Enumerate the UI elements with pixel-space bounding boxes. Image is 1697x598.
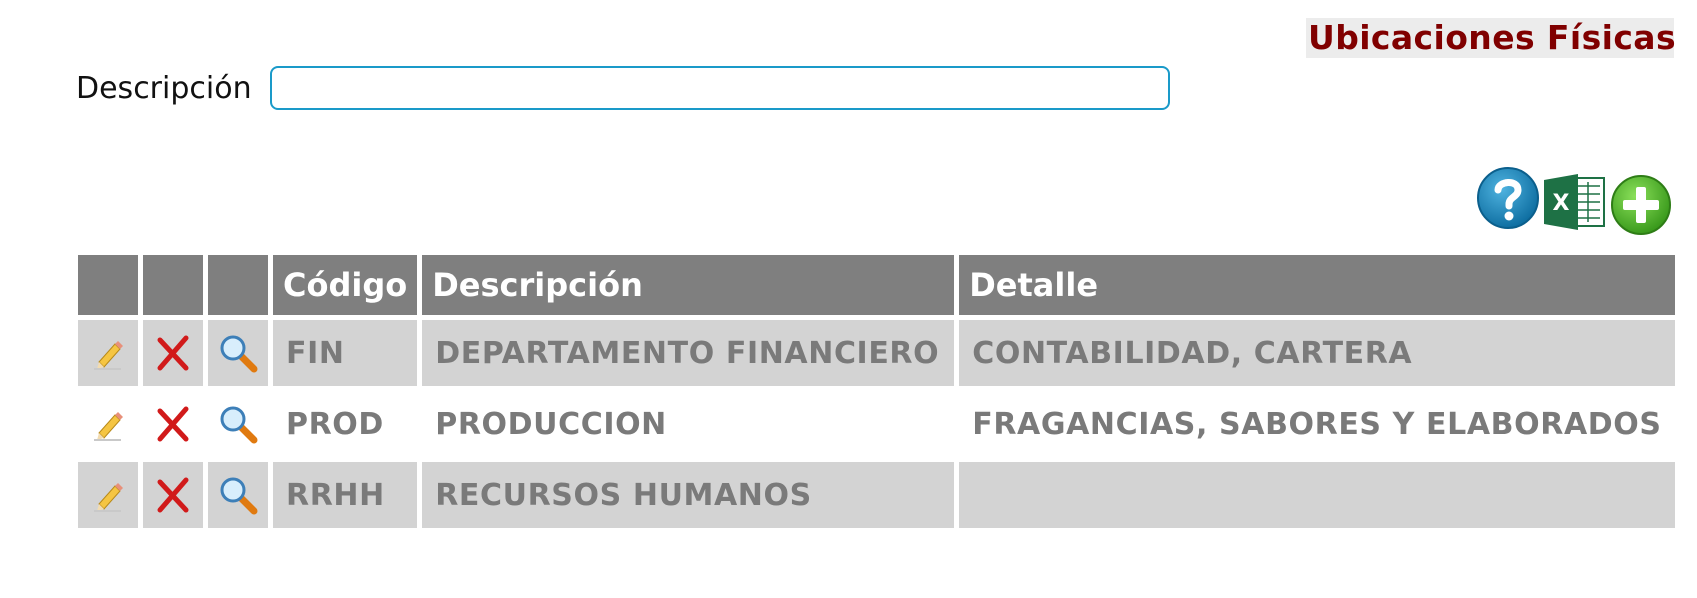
excel-export-icon[interactable]: X [1542, 172, 1612, 232]
toolbar: X [1476, 164, 1676, 236]
cell-detail: CONTABILIDAD, CARTERA [959, 320, 1675, 386]
cell-detail [959, 462, 1675, 528]
table-row[interactable]: RRHH RECURSOS HUMANOS [78, 462, 1675, 528]
page: Ubicaciones Físicas Descripción X Código… [0, 0, 1697, 598]
description-filter-label: Descripción [76, 71, 252, 106]
edit-pencil-icon[interactable] [91, 336, 125, 370]
edit-pencil-icon[interactable] [91, 407, 125, 441]
header-description[interactable]: Descripción [422, 255, 955, 315]
page-title: Ubicaciones Físicas [1306, 18, 1676, 58]
edit-pencil-icon[interactable] [91, 478, 125, 512]
cell-code: PROD [273, 391, 418, 457]
excel-letter: X [1553, 191, 1570, 216]
add-icon[interactable] [1610, 174, 1672, 236]
delete-x-icon[interactable] [154, 334, 192, 372]
cell-code: RRHH [273, 462, 418, 528]
table-row[interactable]: FIN DEPARTAMENTO FINANCIERO CONTABILIDAD… [78, 320, 1675, 386]
delete-x-icon[interactable] [154, 405, 192, 443]
view-magnifier-icon[interactable] [218, 475, 258, 515]
table-row[interactable]: PROD PRODUCCION FRAGANCIAS, SABORES Y EL… [78, 391, 1675, 457]
cell-code: FIN [273, 320, 418, 386]
header-code[interactable]: Código [273, 255, 418, 315]
header-view-column [208, 255, 268, 315]
view-magnifier-icon[interactable] [218, 404, 258, 444]
delete-x-icon[interactable] [154, 476, 192, 514]
header-edit-column [78, 255, 138, 315]
help-icon[interactable] [1476, 166, 1540, 230]
cell-description: DEPARTAMENTO FINANCIERO [422, 320, 955, 386]
cell-description: RECURSOS HUMANOS [422, 462, 955, 528]
header-detail[interactable]: Detalle [959, 255, 1675, 315]
header-delete-column [143, 255, 203, 315]
table-header-row: Código Descripción Detalle [78, 255, 1675, 315]
cell-description: PRODUCCION [422, 391, 955, 457]
cell-detail: FRAGANCIAS, SABORES Y ELABORADOS [959, 391, 1675, 457]
description-filter-input[interactable] [270, 66, 1170, 110]
locations-table: Código Descripción Detalle FIN DEPARTAME… [73, 250, 1680, 533]
view-magnifier-icon[interactable] [218, 333, 258, 373]
